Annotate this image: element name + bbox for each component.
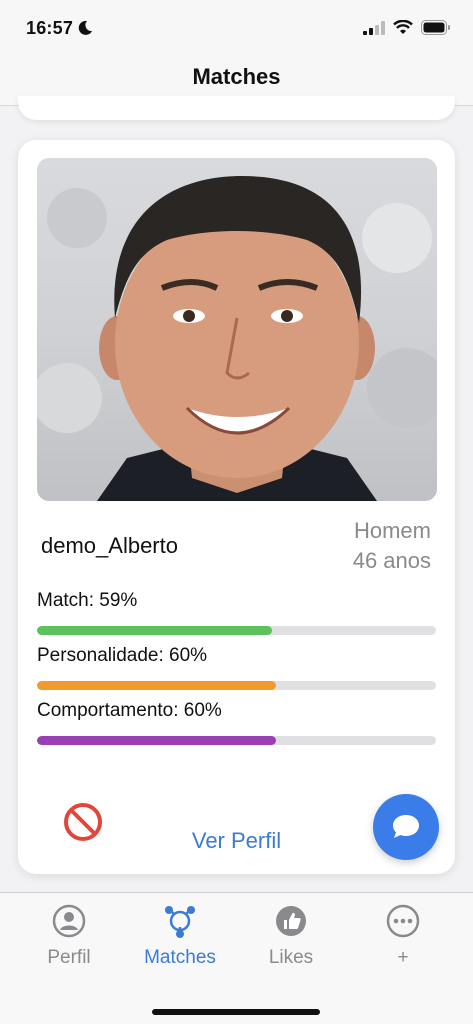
wifi-icon <box>393 20 413 34</box>
tab-label: Likes <box>268 947 314 968</box>
behavior-fill <box>37 736 277 745</box>
previous-card <box>18 96 455 120</box>
person-circle-icon <box>52 904 86 938</box>
thumbs-up-icon <box>276 906 306 936</box>
tab-matches[interactable]: Matches <box>130 903 230 969</box>
status-time: 16:57 <box>26 18 74 38</box>
match-card: demo_Alberto Homem 46 anos Match: 59% Pe… <box>18 140 455 874</box>
portrait-illustration <box>37 176 437 501</box>
status-icons <box>363 20 451 35</box>
personality-fill <box>37 681 277 690</box>
age-label: 46 anos <box>352 548 431 573</box>
tab-label: Perfil <box>47 947 91 968</box>
chat-button[interactable] <box>373 794 439 860</box>
signal-icon <box>363 20 385 35</box>
home-indicator <box>152 1009 320 1015</box>
tab-bar: Perfil Matches Likes + <box>0 892 473 1024</box>
chat-bubble-icon <box>393 815 419 838</box>
matches-icon <box>165 906 195 938</box>
top-bar: 16:57 Matches <box>0 0 473 106</box>
profile-photo[interactable] <box>37 158 437 501</box>
tab-more[interactable]: + <box>353 903 453 969</box>
username: demo_Alberto <box>41 533 178 558</box>
page-title: Matches <box>192 64 281 89</box>
gender-label: Homem <box>353 518 431 543</box>
tab-likes[interactable]: Likes <box>241 903 341 969</box>
tab-perfil[interactable]: Perfil <box>19 903 119 969</box>
personality-label: Personalidade: 60% <box>37 645 208 666</box>
tab-label: + <box>397 947 409 968</box>
moon-icon <box>78 20 92 35</box>
behavior-bar <box>37 736 436 745</box>
more-icon <box>386 904 420 938</box>
battery-icon <box>421 20 450 35</box>
behavior-label: Comportamento: 60% <box>37 700 222 721</box>
personality-bar <box>37 681 436 690</box>
match-score-fill <box>37 626 273 635</box>
match-score-label: Match: 59% <box>37 590 138 611</box>
match-score-bar <box>37 626 436 635</box>
tab-label: Matches <box>144 947 216 968</box>
